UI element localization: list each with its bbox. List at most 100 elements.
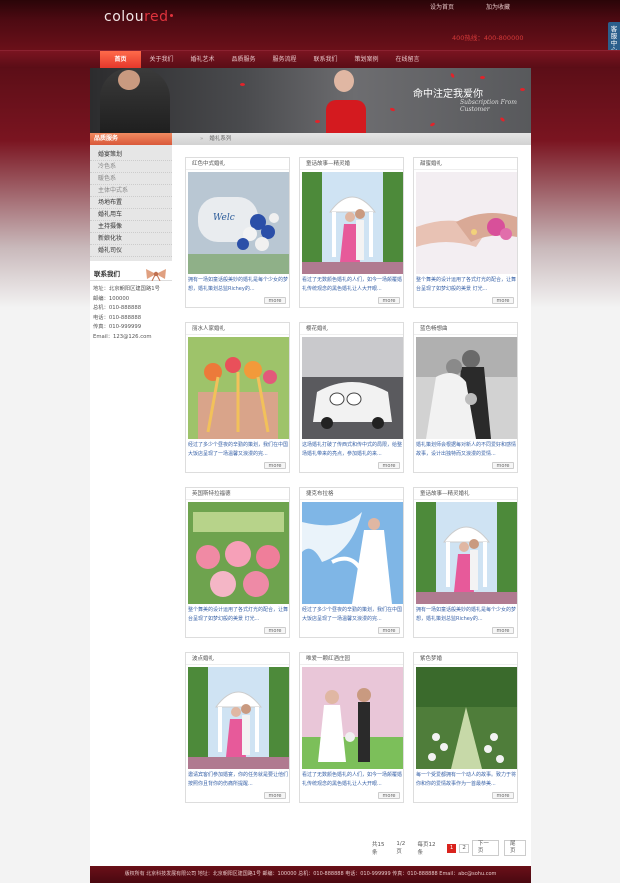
card-title[interactable]: 波点婚礼 — [186, 653, 289, 665]
card-photo[interactable] — [188, 502, 289, 604]
gallery-card[interactable]: 蓝色畅想曲 婚礼策划师会根据每对新人的不同爱好和感情故事，设计出独特而又浪漫的爱… — [413, 322, 518, 473]
card-photo[interactable] — [188, 667, 289, 769]
sidebar-item-mc[interactable]: 婚礼司仪 — [90, 245, 172, 257]
more-button[interactable]: more — [378, 627, 400, 634]
sidebar-item-makeup[interactable]: 新娘化妆 — [90, 233, 172, 245]
gallery-card[interactable]: 英国斯特拉福德 整个舞美的设计运用了各式灯光的配合，让舞台呈现了如梦幻般的美景 … — [185, 487, 290, 638]
more-button[interactable]: more — [378, 462, 400, 469]
page-number-2[interactable]: 2 — [459, 843, 469, 853]
hero-banner: 命中注定我爱你 Subscription From Customer — [90, 68, 531, 133]
sidebar-item-host-camera[interactable]: 主持摄像 — [90, 221, 172, 233]
card-photo[interactable] — [302, 502, 403, 604]
breadcrumb-current: 婚礼系列 — [209, 136, 232, 142]
breadcrumb: » 婚礼系列 — [172, 133, 531, 145]
petal-icon — [499, 116, 506, 123]
card-title[interactable]: 英国斯特拉福德 — [186, 488, 289, 500]
pager-total: 共15条 — [372, 842, 385, 856]
card-photo[interactable]: Welc — [188, 172, 289, 274]
last-page-button[interactable]: 尾页 — [503, 840, 527, 856]
nav-item-process[interactable]: 服务流程 — [264, 51, 305, 69]
gallery-card[interactable]: 童话故事—精灵婚礼 拥有一场如童话般美妙的婚礼是每个少女的梦想，婚礼策划总监Ri… — [413, 487, 518, 638]
set-homepage-link[interactable]: 设为首页 — [430, 4, 454, 11]
svg-text:Welc: Welc — [213, 213, 235, 223]
more-button[interactable]: more — [264, 627, 286, 634]
sidebar-item-cool-colors[interactable]: 冷色系 — [90, 161, 172, 173]
more-button[interactable]: more — [264, 462, 286, 469]
gallery-card[interactable]: 唯爱一颗红酒庄园 看过了无数颜色婚礼的人们，如今一场颠覆婚礼传统观念的黑色婚礼让… — [299, 652, 404, 803]
main-nav: 首页 关于我们 婚礼艺术 品质服务 服务流程 联系我们 策划案例 在线留言 — [0, 50, 620, 69]
card-title[interactable]: 紫色梦婚 — [414, 653, 517, 665]
add-favorite-link[interactable]: 加为收藏 — [486, 4, 510, 11]
petal-icon — [315, 120, 320, 123]
more-button[interactable]: more — [492, 792, 514, 799]
banner-subtitle: Subscription From Customer — [460, 99, 517, 113]
gallery-card[interactable]: 捷克布拉格 经过了多少个昼夜的辛勤的策划，我们在中国大饭店呈现了一场温馨又浪漫的… — [299, 487, 404, 638]
nav-item-message[interactable]: 在线留言 — [387, 51, 428, 69]
card-photo[interactable] — [416, 502, 517, 604]
nav-item-cases[interactable]: 策划案例 — [346, 51, 387, 69]
gallery-card[interactable]: 童话故事—精灵婚 看过了无数颜色婚礼的人们，如今一场颠覆婚礼传统观念的黑色婚礼让… — [299, 157, 404, 308]
nav-item-home[interactable]: 首页 — [100, 51, 141, 69]
more-button[interactable]: more — [378, 297, 400, 304]
gallery-card[interactable]: 甜蜜婚礼 整个舞美的设计运用了各式灯光的配合，让舞台呈现了如梦幻般的美景 灯光.… — [413, 157, 518, 308]
gallery-card[interactable]: 红色中式婚礼 Welc 拥有一场如童话般美妙的婚礼是每个少女的梦想，婚礼策划总监… — [185, 157, 290, 308]
hotline-text: 400热线：400-800000 — [452, 34, 524, 42]
card-title[interactable]: 捷克布拉格 — [300, 488, 403, 500]
banner-groom-head — [118, 70, 140, 90]
next-page-button[interactable]: 下一页 — [471, 840, 499, 856]
petal-icon — [429, 121, 436, 128]
sidebar-item-car[interactable]: 婚礼用车 — [90, 209, 172, 221]
gallery-card[interactable]: 紫色梦婚 每一个受爱都拥有一个动人的故事。致力于将你和你的爱情故事作为一首最恭美… — [413, 652, 518, 803]
more-button[interactable]: more — [492, 297, 514, 304]
gallery-card[interactable]: 樱花婚礼 这场婚礼打破了传西式和传中式的局限，给整场婚礼带来的亮点，参加婚礼的来… — [299, 322, 404, 473]
sidebar-section-title: 品质服务 — [90, 133, 172, 145]
card-photo[interactable] — [302, 667, 403, 769]
nav-item-service[interactable]: 品质服务 — [223, 51, 264, 69]
more-button[interactable]: more — [378, 792, 400, 799]
contact-switchboard: 总机：010-888888 — [93, 305, 142, 311]
nav-item-contact[interactable]: 联系我们 — [305, 51, 346, 69]
card-title[interactable]: 红色中式婚礼 — [186, 158, 289, 170]
nav-item-art[interactable]: 婚礼艺术 — [182, 51, 223, 69]
contact-fax: 传真：010-999999 — [93, 324, 142, 330]
card-photo[interactable] — [416, 667, 517, 769]
card-photo[interactable] — [302, 172, 403, 274]
card-photo[interactable] — [416, 172, 517, 274]
sidebar-item-chinese-style[interactable]: 主体中式系 — [90, 185, 172, 197]
banner-title: 命中注定我爱你 — [413, 89, 483, 100]
nav-item-about[interactable]: 关于我们 — [141, 51, 182, 69]
petal-icon — [480, 76, 485, 79]
contact-email: Email：123@126.com — [93, 333, 152, 340]
gallery-card[interactable]: 丽水人家婚礼 经过了多少个昼夜的辛勤的策划，我们在中国大饭店呈现了一场温馨又浪漫… — [185, 322, 290, 473]
pager-pages: 1/2页 — [396, 841, 406, 855]
more-button[interactable]: more — [492, 462, 514, 469]
breadcrumb-home-link[interactable]: » — [200, 136, 203, 142]
card-title[interactable]: 丽水人家婚礼 — [186, 323, 289, 335]
card-photo[interactable] — [188, 337, 289, 439]
card-title[interactable]: 蓝色畅想曲 — [414, 323, 517, 335]
more-button[interactable]: more — [264, 792, 286, 799]
logo-text-white: colou — [104, 9, 145, 25]
more-button[interactable]: more — [492, 627, 514, 634]
petal-icon — [449, 72, 456, 79]
card-title[interactable]: 童话故事—精灵婚礼 — [414, 488, 517, 500]
left-sidebar: 品质服务 婚宴策划 冷色系 暖色系 主体中式系 场地布置 婚礼用车 主持摄像 新… — [90, 133, 172, 870]
card-photo[interactable] — [302, 337, 403, 439]
card-title[interactable]: 唯爱一颗红酒庄园 — [300, 653, 403, 665]
petal-icon — [389, 107, 396, 112]
sidebar-item-warm-colors[interactable]: 暖色系 — [90, 173, 172, 185]
more-button[interactable]: more — [264, 297, 286, 304]
sidebar-item-venue[interactable]: 场地布置 — [90, 197, 172, 209]
gallery-card[interactable]: 波点婚礼 邀请宾客们参加婚宴，你的任务就是要让他们按照你且背你的伤痛所提醒...… — [185, 652, 290, 803]
card-title[interactable]: 樱花婚礼 — [300, 323, 403, 335]
logo-dot-icon — [169, 14, 173, 17]
banner-bride-figure — [320, 68, 370, 133]
sidebar-item-banquet[interactable]: 婚宴策划 — [90, 149, 172, 161]
card-photo[interactable] — [416, 337, 517, 439]
card-title[interactable]: 甜蜜婚礼 — [414, 158, 517, 170]
page-number-1[interactable]: 1 — [446, 843, 457, 853]
site-logo[interactable]: coloured — [104, 9, 173, 25]
card-title[interactable]: 童话故事—精灵婚 — [300, 158, 403, 170]
contact-address: 地址：北京朝阳区建国路1号 — [93, 286, 160, 292]
pagination: 共15条 1/2页 每页12条 1 2 下一页 尾页 — [372, 840, 531, 856]
